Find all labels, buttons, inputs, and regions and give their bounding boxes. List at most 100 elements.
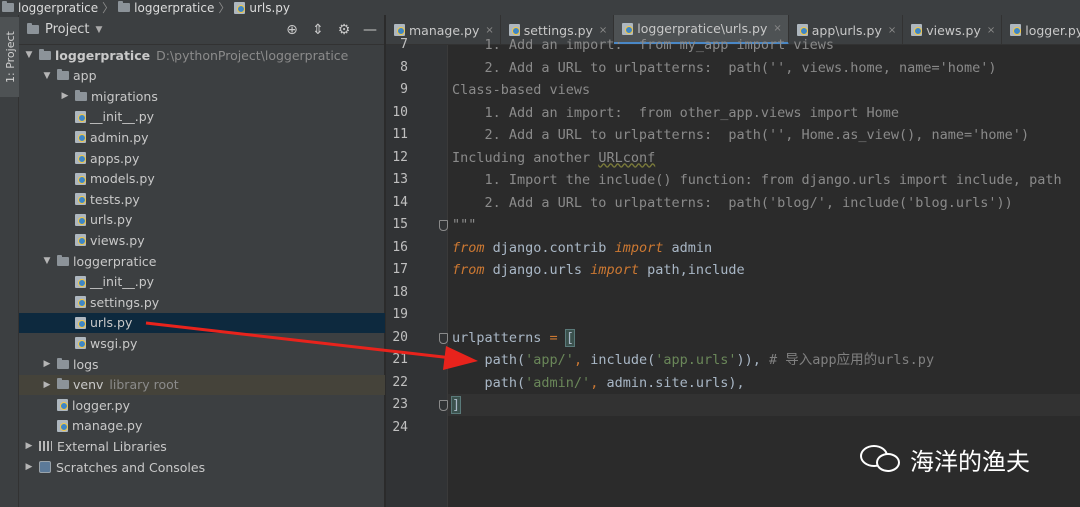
code-token: path( (452, 352, 526, 368)
folder-icon (118, 1, 131, 12)
folder-icon (2, 1, 14, 12)
project-panel-header: Project ▼ ⊕ ⇕ ⚙ — (19, 15, 384, 45)
collapsed-arrow-icon[interactable]: ▶ (41, 380, 53, 390)
tree-item[interactable]: urls.py (19, 210, 385, 230)
tree-item[interactable]: urls.py (19, 312, 385, 333)
code-line[interactable]: path('app/', include('app.urls')), # 导入a… (452, 349, 935, 371)
close-icon[interactable]: × (987, 25, 995, 36)
tree-item[interactable]: ▼ app (19, 66, 385, 86)
code-line[interactable]: path('admin/', admin.site.urls), (452, 372, 745, 394)
code-token: 'admin/' (525, 374, 591, 391)
tree-item[interactable]: views.py (19, 230, 385, 250)
code-token: path,include (638, 262, 745, 278)
tree-item[interactable]: __init__.py (19, 107, 385, 127)
breadcrumb-item[interactable]: loggerpratice (2, 1, 98, 15)
tree-item[interactable]: admin.py (19, 127, 385, 147)
tree-item[interactable]: manage.py (19, 416, 385, 436)
tree-item[interactable]: wsgi.py (19, 333, 385, 353)
fold-marker-icon[interactable] (439, 220, 448, 231)
line-number: 23 (392, 397, 408, 412)
tree-item[interactable]: ▶ logs (19, 354, 385, 374)
collapsed-arrow-icon[interactable]: ▶ (59, 91, 71, 101)
hide-panel-icon[interactable]: — (362, 22, 378, 38)
python-file-icon (394, 24, 405, 36)
collapsed-arrow-icon[interactable]: ▶ (23, 441, 35, 451)
wechat-icon (860, 443, 902, 475)
collapsed-arrow-icon[interactable]: ▶ (23, 462, 35, 472)
code-token: 1. Add an import: from my_app import vie… (452, 37, 835, 53)
tree-item[interactable]: models.py (19, 169, 385, 189)
line-number: 17 (392, 262, 408, 277)
chevron-down-icon[interactable]: ▼ (95, 25, 102, 35)
collapse-all-icon[interactable]: ⇕ (310, 22, 326, 38)
tree-item[interactable]: settings.py (19, 292, 385, 312)
tree-item[interactable]: tests.py (19, 189, 385, 209)
editor-tab[interactable]: logger.py× (1002, 15, 1080, 44)
editor-tab-label: views.py (926, 22, 981, 38)
code-line[interactable]: """ (452, 214, 476, 236)
line-number: 14 (392, 194, 408, 210)
expanded-arrow-icon[interactable]: ▼ (41, 71, 53, 81)
expanded-arrow-icon[interactable]: ▼ (41, 256, 53, 266)
tree-item-label: wsgi.py (90, 335, 138, 351)
fold-marker-icon[interactable] (439, 400, 448, 411)
code-token: """ (452, 217, 477, 233)
tree-item[interactable]: ▼ loggerpratice (19, 251, 385, 271)
close-icon[interactable]: × (773, 23, 781, 34)
gear-icon[interactable]: ⚙ (336, 22, 352, 38)
code-token: 'app.urls' (655, 352, 737, 368)
collapsed-arrow-icon[interactable]: ▶ (41, 359, 53, 369)
folder-icon (75, 89, 87, 101)
code-line[interactable]: 2. Add a URL to urlpatterns: path('', vi… (452, 57, 997, 79)
code-line[interactable]: 2. Add a URL to urlpatterns: path('blog/… (452, 192, 1013, 214)
code-token: include( (590, 352, 656, 368)
tree-item-hint: library root (109, 377, 179, 393)
breadcrumb-item[interactable]: loggerpratice (118, 1, 214, 15)
expanded-arrow-icon[interactable]: ▼ (23, 50, 35, 60)
close-icon[interactable]: × (888, 25, 896, 36)
code-line[interactable]: from django.contrib import admin (452, 237, 712, 259)
line-number: 9 (400, 82, 408, 97)
python-file-icon (75, 234, 86, 247)
code-line[interactable]: Including another URLconf (452, 147, 655, 169)
tree-item[interactable]: __init__.py (19, 272, 385, 292)
code-token: , (573, 352, 591, 368)
tree-item[interactable]: ▶ External Libraries (19, 436, 385, 456)
locate-file-icon[interactable]: ⊕ (284, 22, 300, 38)
code-token: ] (450, 396, 462, 414)
code-line[interactable]: 1. Import the include() function: from d… (452, 169, 1062, 191)
code-line[interactable]: 2. Add a URL to urlpatterns: path('', Ho… (452, 124, 1030, 146)
fold-marker-icon[interactable] (439, 332, 448, 344)
python-file-icon (75, 193, 86, 206)
tree-item[interactable]: ▼ loggerpratice D:\pythonProject\loggerpra… (19, 45, 385, 65)
code-editor[interactable]: 7 8 9 10 11 12 13 14 15 16 17 18 19 20 21 22 23 24 1. Add… (386, 37, 1080, 507)
tree-item[interactable]: logger.py (19, 395, 385, 415)
tree-item[interactable]: ▶ migrations (19, 86, 385, 106)
code-token: Including another (452, 149, 599, 166)
breadcrumb-item[interactable]: urls.py (234, 1, 290, 15)
project-panel: Project ▼ ⊕ ⇕ ⚙ — ▼ loggerpratice D:\pytho… (19, 15, 385, 507)
code-line[interactable]: Class-based views (452, 79, 590, 101)
tree-item-label: __init__.py (90, 109, 155, 125)
code-token: 2. Add a URL to urlpatterns: path('blog/… (452, 194, 1013, 211)
python-file-icon (75, 316, 86, 329)
code-line[interactable]: 1. Add an import: from other_app.views i… (452, 102, 900, 124)
project-panel-title[interactable]: Project (45, 22, 89, 37)
tree-item[interactable]: ▶ Scratches and Consoles (19, 457, 385, 477)
tree-item[interactable]: apps.py (19, 148, 385, 168)
tree-item[interactable]: ▶ venv library root (19, 374, 385, 395)
code-token: # 导入app应用的urls.py (760, 352, 935, 368)
project-tool-tab[interactable]: 1: Project (0, 17, 19, 97)
python-file-icon (75, 213, 86, 226)
code-token: [ (564, 328, 575, 347)
project-folder-icon (27, 23, 39, 34)
python-file-icon (57, 399, 68, 412)
code-line[interactable]: from django.urls import path,include (452, 259, 745, 281)
code-token: admin.site.urls), (606, 374, 745, 391)
code-line[interactable]: urlpatterns = [ (452, 327, 575, 349)
code-line[interactable]: ] (450, 394, 462, 416)
tree-item-label: tests.py (90, 191, 140, 207)
code-line[interactable]: 1. Add an import: from my_app import vie… (452, 34, 835, 56)
editor-tab[interactable]: views.py × (903, 15, 1003, 44)
